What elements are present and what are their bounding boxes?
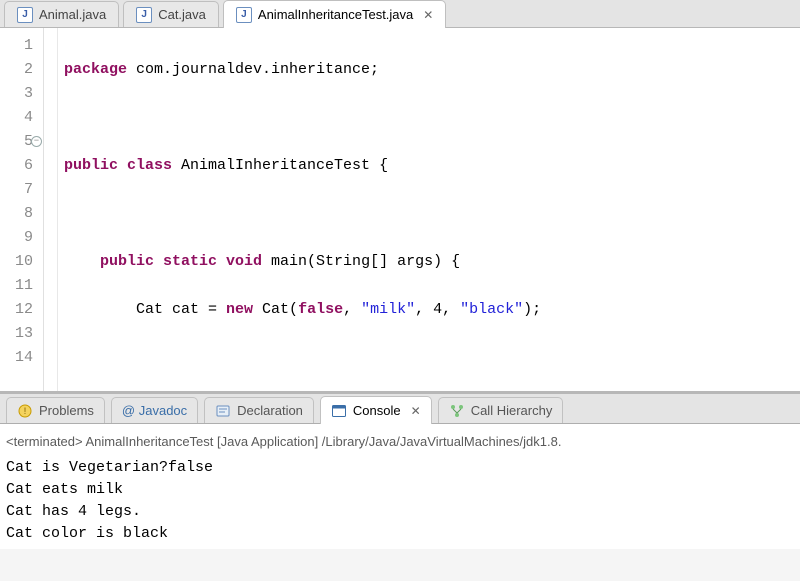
java-file-icon: J: [17, 7, 33, 23]
code-token: );: [523, 301, 541, 318]
code-token: Cat cat =: [64, 301, 226, 318]
code-content[interactable]: package com.journaldev.inheritance; publ…: [58, 28, 800, 391]
code-token: Cat(: [253, 301, 298, 318]
console-line: Cat has 4 legs.: [6, 501, 794, 523]
view-tab-bar: ! Problems @ Javadoc Declaration Console…: [0, 394, 800, 424]
console-line: Cat eats milk: [6, 479, 794, 501]
code-token: "milk": [361, 301, 415, 318]
console-icon: [331, 403, 347, 419]
code-token: false: [298, 301, 343, 318]
code-token: new: [226, 301, 253, 318]
close-icon[interactable]: ✕: [423, 8, 433, 22]
tab-problems[interactable]: ! Problems: [6, 397, 105, 423]
code-token: "black": [460, 301, 523, 318]
line-number: 14: [6, 346, 33, 370]
console-line: Cat is Vegetarian?false: [6, 457, 794, 479]
tab-call-hierarchy[interactable]: Call Hierarchy: [438, 397, 564, 423]
line-number: 6: [6, 154, 33, 178]
line-number: 7: [6, 178, 33, 202]
view-tab-label: @ Javadoc: [122, 403, 187, 418]
code-token: com.journaldev.inheritance;: [127, 61, 379, 78]
console-view[interactable]: <terminated> AnimalInheritanceTest [Java…: [0, 424, 800, 549]
fold-toggle-icon[interactable]: −: [31, 136, 42, 147]
code-token: package: [64, 61, 127, 78]
line-number: 3: [6, 82, 33, 106]
line-number: 2: [6, 58, 33, 82]
view-tab-label: Declaration: [237, 403, 303, 418]
code-token: AnimalInheritanceTest {: [172, 157, 388, 174]
code-token: main(String[] args) {: [262, 253, 460, 270]
view-tab-label: Call Hierarchy: [471, 403, 553, 418]
line-number: 5−: [6, 130, 33, 154]
tab-javadoc[interactable]: @ Javadoc: [111, 397, 198, 423]
view-tab-label: Console: [353, 403, 401, 418]
console-line: Cat color is black: [6, 523, 794, 545]
java-file-icon: J: [136, 7, 152, 23]
declaration-icon: [215, 403, 231, 419]
editor-tab-bar: J Animal.java J Cat.java J AnimalInherit…: [0, 0, 800, 28]
tab-console[interactable]: Console ✕: [320, 396, 432, 424]
line-number: 13: [6, 322, 33, 346]
code-token: ,: [343, 301, 361, 318]
close-icon[interactable]: ✕: [411, 404, 421, 418]
svg-text:!: !: [24, 406, 27, 416]
line-number: 4: [6, 106, 33, 130]
line-number: 9: [6, 226, 33, 250]
editor-tab-label: Animal.java: [39, 7, 106, 22]
console-header: <terminated> AnimalInheritanceTest [Java…: [6, 428, 794, 457]
tab-declaration[interactable]: Declaration: [204, 397, 314, 423]
code-token: public static void: [100, 253, 262, 270]
editor-tab-animalinheritancetest[interactable]: J AnimalInheritanceTest.java ✕: [223, 0, 446, 28]
line-number: 11: [6, 274, 33, 298]
line-number: 1: [6, 34, 33, 58]
line-number: 8: [6, 202, 33, 226]
code-token: public class: [64, 157, 172, 174]
call-hierarchy-icon: [449, 403, 465, 419]
code-token: , 4,: [415, 301, 460, 318]
line-number-gutter: 1 2 3 4 5− 6 7 8 9 10 11 12 13 14: [0, 28, 44, 391]
java-file-icon: J: [236, 7, 252, 23]
marker-column: [44, 28, 58, 391]
editor-tab-cat[interactable]: J Cat.java: [123, 1, 219, 27]
code-editor[interactable]: 1 2 3 4 5− 6 7 8 9 10 11 12 13 14 packag…: [0, 28, 800, 394]
line-number: 12: [6, 298, 33, 322]
view-tab-label: Problems: [39, 403, 94, 418]
problems-icon: !: [17, 403, 33, 419]
editor-tab-label: Cat.java: [158, 7, 206, 22]
line-number: 10: [6, 250, 33, 274]
editor-tab-label: AnimalInheritanceTest.java: [258, 7, 413, 22]
editor-tab-animal[interactable]: J Animal.java: [4, 1, 119, 27]
